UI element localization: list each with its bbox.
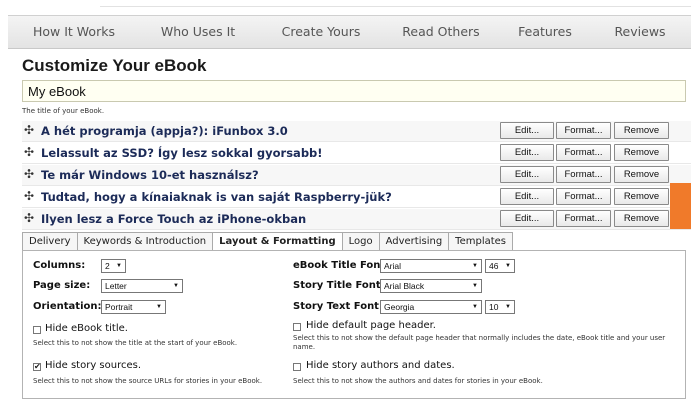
hide-default-header-desc: Select this to not show the default page…	[293, 334, 666, 351]
story-format-button[interactable]: Format...	[556, 210, 611, 227]
drag-handle-icon[interactable]: ✣	[24, 189, 34, 203]
story-remove-button[interactable]: Remove	[614, 166, 669, 183]
hide-story-sources-desc: Select this to not show the source URLs …	[33, 377, 263, 385]
story-remove-button[interactable]: Remove	[614, 188, 669, 205]
story-edit-button[interactable]: Edit...	[500, 144, 554, 161]
ebook-title-hint: The title of your eBook.	[22, 107, 105, 115]
drag-handle-icon[interactable]: ✣	[24, 167, 34, 181]
hide-story-authors-label: Hide story authors and dates.	[306, 360, 455, 371]
nav-reviews[interactable]: Reviews	[600, 16, 680, 48]
hide-story-sources-label: Hide story sources.	[45, 360, 142, 371]
story-row: ✣ Tudtad, hogy a kínaiaknak is van saját…	[22, 187, 691, 208]
columns-label: Columns:	[33, 260, 86, 271]
ebook-title-input[interactable]	[22, 80, 686, 102]
ebook-title-font-label: eBook Title Font:	[293, 260, 390, 271]
tab-layout-formatting[interactable]: Layout & Formatting	[213, 232, 343, 251]
tab-delivery[interactable]: Delivery	[23, 232, 78, 251]
drag-handle-icon[interactable]: ✣	[24, 123, 34, 137]
story-edit-button[interactable]: Edit...	[500, 166, 554, 183]
tab-templates[interactable]: Templates	[449, 232, 514, 251]
feedback-tab[interactable]	[670, 183, 691, 229]
hide-default-header-checkbox[interactable]	[293, 323, 301, 331]
story-edit-button[interactable]: Edit...	[500, 210, 554, 227]
hide-ebook-title-desc: Select this to not show the title at the…	[33, 339, 238, 347]
top-strip	[0, 0, 691, 12]
nav-who-uses-it[interactable]: Who Uses It	[148, 16, 248, 48]
story-title: Lelassult az SSD? Így lesz sokkal gyorsa…	[41, 146, 323, 160]
orientation-label: Orientation:	[33, 301, 102, 312]
story-text-font-select[interactable]: Georgia ▼	[380, 300, 482, 314]
story-text-font-label: Story Text Font:	[293, 301, 383, 312]
nav-how-it-works[interactable]: How It Works	[24, 16, 124, 48]
story-text-font-size-select[interactable]: 10 ▼	[485, 300, 515, 314]
ebook-title-font-select[interactable]: Arial ▼	[380, 259, 482, 273]
tab-keywords-introduction[interactable]: Keywords & Introduction	[77, 232, 214, 251]
chevron-down-icon: ▼	[156, 304, 162, 310]
hide-story-authors-checkbox[interactable]	[293, 363, 301, 371]
orientation-select[interactable]: Portrait ▼	[101, 300, 166, 314]
story-remove-button[interactable]: Remove	[614, 122, 669, 139]
hide-default-header-label: Hide default page header.	[306, 320, 436, 331]
ebook-title-font-size-select[interactable]: 46 ▼	[485, 259, 515, 273]
main-nav: How It Works Who Uses It Create Yours Re…	[8, 15, 691, 49]
layout-formatting-panel: Columns: 2 ▼ Page size: Letter ▼ Orientati…	[22, 250, 686, 399]
hide-story-sources-checkbox[interactable]: ✔	[33, 363, 41, 371]
story-row: ✣ Lelassult az SSD? Így lesz sokkal gyor…	[22, 143, 691, 164]
story-edit-button[interactable]: Edit...	[500, 188, 554, 205]
story-row: ✣ A hét programja (appja?): iFunbox 3.0 …	[22, 121, 691, 142]
story-title: Ilyen lesz a Force Touch az iPhone-okban	[41, 212, 307, 226]
nav-create-yours[interactable]: Create Yours	[266, 16, 376, 48]
chevron-down-icon: ▼	[505, 304, 511, 310]
story-title: Tudtad, hogy a kínaiaknak is van saját R…	[41, 190, 392, 204]
story-row: ✣ Te már Windows 10-et használsz? Edit..…	[22, 165, 691, 186]
story-title: A hét programja (appja?): iFunbox 3.0	[41, 124, 288, 138]
nav-features[interactable]: Features	[505, 16, 585, 48]
story-remove-button[interactable]: Remove	[614, 210, 669, 227]
story-format-button[interactable]: Format...	[556, 188, 611, 205]
chevron-down-icon: ▼	[116, 263, 122, 269]
story-format-button[interactable]: Format...	[556, 144, 611, 161]
story-edit-button[interactable]: Edit...	[500, 122, 554, 139]
chevron-down-icon: ▼	[472, 304, 478, 310]
story-format-button[interactable]: Format...	[556, 166, 611, 183]
hide-ebook-title-checkbox[interactable]	[33, 326, 41, 334]
chevron-down-icon: ▼	[505, 263, 511, 269]
story-title-font-select[interactable]: Arial Black ▼	[380, 279, 482, 293]
hide-story-authors-desc: Select this to not show the authors and …	[293, 377, 543, 385]
page-size-label: Page size:	[33, 280, 91, 291]
tab-advertising[interactable]: Advertising	[379, 232, 450, 251]
settings-tabs: Delivery Keywords & Introduction Layout …	[22, 232, 514, 251]
nav-read-others[interactable]: Read Others	[386, 16, 496, 48]
page-size-select[interactable]: Letter ▼	[101, 279, 183, 293]
story-title: Te már Windows 10-et használsz?	[41, 168, 259, 182]
tab-logo[interactable]: Logo	[342, 232, 380, 251]
chevron-down-icon: ▼	[472, 283, 478, 289]
story-format-button[interactable]: Format...	[556, 122, 611, 139]
story-list: ✣ A hét programja (appja?): iFunbox 3.0 …	[22, 121, 691, 231]
hide-ebook-title-label: Hide eBook title.	[45, 323, 128, 334]
columns-select[interactable]: 2 ▼	[101, 259, 126, 273]
chevron-down-icon: ▼	[173, 283, 179, 289]
story-title-font-label: Story Title Font:	[293, 280, 385, 291]
drag-handle-icon[interactable]: ✣	[24, 145, 34, 159]
story-remove-button[interactable]: Remove	[614, 144, 669, 161]
story-row: ✣ Ilyen lesz a Force Touch az iPhone-okb…	[22, 209, 691, 230]
chevron-down-icon: ▼	[472, 263, 478, 269]
drag-handle-icon[interactable]: ✣	[24, 211, 34, 225]
page-title: Customize Your eBook	[22, 56, 207, 75]
